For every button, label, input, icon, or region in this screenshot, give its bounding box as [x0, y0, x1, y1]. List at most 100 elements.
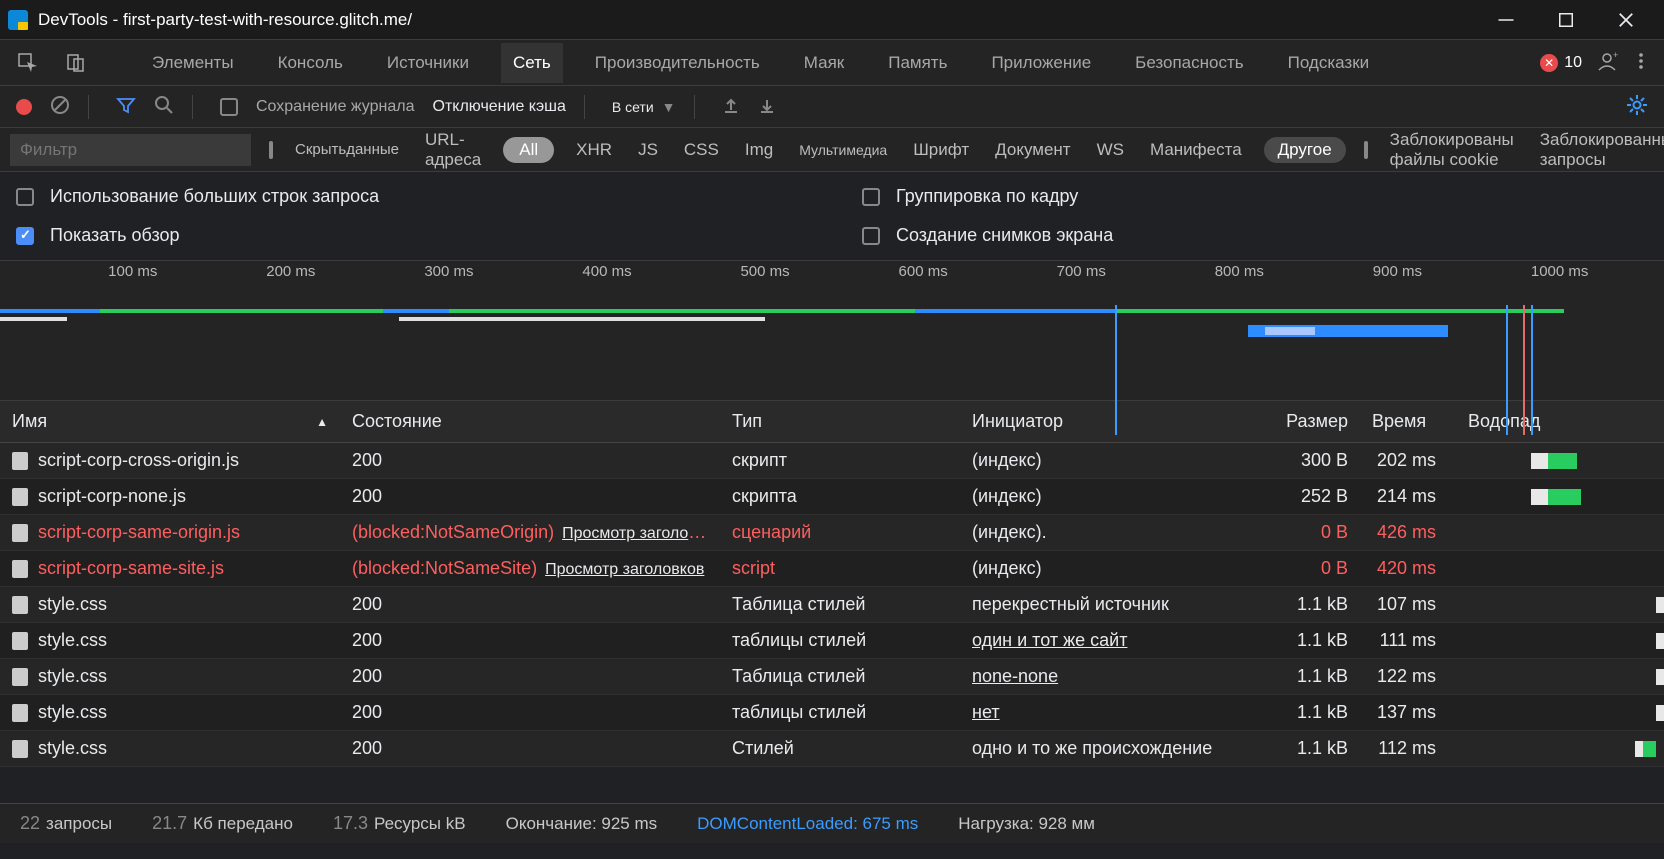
- upload-har-icon[interactable]: [722, 96, 740, 117]
- filter-xhr[interactable]: XHR: [572, 136, 616, 164]
- request-status: 200: [352, 738, 382, 758]
- table-row[interactable]: style.css 200 Стилей одно и то же происх…: [0, 731, 1664, 767]
- tab-security[interactable]: Безопасность: [1123, 43, 1255, 83]
- request-initiator[interactable]: нет: [972, 702, 1000, 722]
- table-row[interactable]: script-corp-same-site.js (blocked:NotSam…: [0, 551, 1664, 587]
- throttling-value: В сети: [612, 99, 654, 115]
- show-overview-label: Показать обзор: [50, 225, 180, 246]
- window-title: DevTools - first-party-test-with-resourc…: [38, 10, 412, 30]
- sb-transferred-count: 21.7: [152, 813, 187, 833]
- filter-css[interactable]: CSS: [680, 136, 723, 164]
- blocked-cookies-label: Заблокированы файлы cookie: [1386, 126, 1518, 174]
- tab-network[interactable]: Сеть: [501, 43, 563, 83]
- account-icon[interactable]: +: [1596, 50, 1618, 75]
- screenshots-label: Создание снимков экрана: [896, 225, 1113, 246]
- large-rows-checkbox[interactable]: [16, 188, 34, 206]
- file-icon: [12, 524, 28, 542]
- timeline-overview[interactable]: 100 ms200 ms300 ms400 ms500 ms600 ms700 …: [0, 261, 1664, 401]
- request-time: 137 ms: [1360, 702, 1456, 723]
- preserve-log-checkbox[interactable]: [220, 98, 238, 116]
- filter-font[interactable]: Шрифт: [909, 136, 973, 164]
- filter-input[interactable]: [10, 134, 251, 166]
- request-name: style.css: [38, 630, 107, 651]
- blocked-cookies-checkbox[interactable]: [1364, 141, 1368, 159]
- tab-hints[interactable]: Подсказки: [1276, 43, 1382, 83]
- blocked-requests-label: Заблокированные запросы: [1536, 126, 1664, 174]
- minimize-button[interactable]: [1476, 0, 1536, 40]
- table-row[interactable]: style.css 200 Таблица стилей перекрестны…: [0, 587, 1664, 623]
- request-type: сценарий: [732, 522, 811, 542]
- request-time: 426 ms: [1360, 522, 1456, 543]
- file-icon: [12, 704, 28, 722]
- request-status: (blocked:NotSameSite): [352, 558, 537, 578]
- tab-elements[interactable]: Элементы: [140, 43, 246, 83]
- record-button[interactable]: [16, 99, 32, 115]
- filter-js[interactable]: JS: [634, 136, 662, 164]
- request-name: style.css: [38, 702, 107, 723]
- device-toolbar-icon[interactable]: [62, 49, 90, 77]
- table-row[interactable]: script-corp-same-origin.js (blocked:NotS…: [0, 515, 1664, 551]
- request-waterfall: [1456, 479, 1664, 514]
- request-waterfall: [1456, 551, 1664, 586]
- timeline-tick: 300 ms: [424, 263, 473, 280]
- request-initiator[interactable]: none-none: [972, 666, 1058, 686]
- request-initiator[interactable]: перекрестный источник: [972, 594, 1169, 614]
- tab-lighthouse[interactable]: Маяк: [792, 43, 856, 83]
- download-har-icon[interactable]: [758, 96, 776, 117]
- sb-resources-count: 17.3: [333, 813, 368, 833]
- settings-gear-icon[interactable]: [1626, 94, 1648, 119]
- maximize-button[interactable]: [1536, 0, 1596, 40]
- filter-media[interactable]: Мультимедиа: [795, 138, 891, 162]
- table-row[interactable]: style.css 200 Таблица стилей none-none 1…: [0, 659, 1664, 695]
- request-size: 1.1 kB: [1280, 702, 1360, 723]
- filter-toggle-icon[interactable]: [116, 95, 136, 118]
- show-overview-checkbox[interactable]: [16, 227, 34, 245]
- hide-data-label: Скрытьданные: [291, 137, 403, 162]
- filter-doc[interactable]: Документ: [991, 136, 1074, 164]
- request-initiator[interactable]: (индекс): [972, 486, 1042, 506]
- error-counter[interactable]: ✕ 10: [1540, 54, 1582, 72]
- view-headers-link[interactable]: Просмотр заголовков: [562, 525, 720, 542]
- request-initiator[interactable]: один и тот же сайт: [972, 630, 1127, 650]
- file-icon: [12, 740, 28, 758]
- file-icon: [12, 488, 28, 506]
- more-icon[interactable]: [1632, 50, 1650, 75]
- request-time: 122 ms: [1360, 666, 1456, 687]
- hide-data-urls-checkbox[interactable]: [269, 141, 273, 159]
- filter-ws[interactable]: WS: [1093, 136, 1128, 164]
- request-initiator[interactable]: одно и то же происхождение: [972, 738, 1212, 758]
- filter-other[interactable]: Другое: [1264, 137, 1346, 163]
- group-by-frame-checkbox[interactable]: [862, 188, 880, 206]
- request-waterfall: [1456, 443, 1664, 478]
- filter-manifest[interactable]: Манифеста: [1146, 136, 1246, 164]
- tab-memory[interactable]: Память: [876, 43, 959, 83]
- search-icon[interactable]: [154, 95, 174, 118]
- clear-button[interactable]: [50, 95, 70, 118]
- preserve-log-label: Сохранение журнала: [256, 98, 415, 116]
- request-initiator[interactable]: (индекс): [972, 558, 1042, 578]
- table-row[interactable]: style.css 200 таблицы стилей один и тот …: [0, 623, 1664, 659]
- close-button[interactable]: [1596, 0, 1656, 40]
- timeline-tick: 400 ms: [582, 263, 631, 280]
- request-name: style.css: [38, 594, 107, 615]
- filter-all[interactable]: All: [503, 137, 554, 163]
- tab-application[interactable]: Приложение: [979, 43, 1103, 83]
- table-row[interactable]: script-corp-cross-origin.js 200 скрипт (…: [0, 443, 1664, 479]
- request-initiator[interactable]: (индекс).: [972, 522, 1047, 542]
- screenshots-checkbox[interactable]: [862, 227, 880, 245]
- inspect-element-icon[interactable]: [14, 49, 42, 77]
- throttling-select[interactable]: В сети ▼: [612, 99, 676, 115]
- request-waterfall: [1456, 695, 1664, 730]
- table-row[interactable]: style.css 200 таблицы стилей нет 1.1 kB …: [0, 695, 1664, 731]
- file-icon: [12, 452, 28, 470]
- disable-cache-label: Отключение кэша: [433, 98, 566, 116]
- filter-img[interactable]: Img: [741, 136, 777, 164]
- table-row[interactable]: script-corp-none.js 200 скрипта (индекс)…: [0, 479, 1664, 515]
- tab-performance[interactable]: Производительность: [583, 43, 772, 83]
- network-toolbar: Сохранение журнала Отключение кэша В сет…: [0, 86, 1664, 128]
- tab-sources[interactable]: Источники: [375, 43, 481, 83]
- request-status: 200: [352, 630, 382, 650]
- request-initiator[interactable]: (индекс): [972, 450, 1042, 470]
- view-headers-link[interactable]: Просмотр заголовков: [545, 561, 704, 578]
- tab-console[interactable]: Консоль: [266, 43, 355, 83]
